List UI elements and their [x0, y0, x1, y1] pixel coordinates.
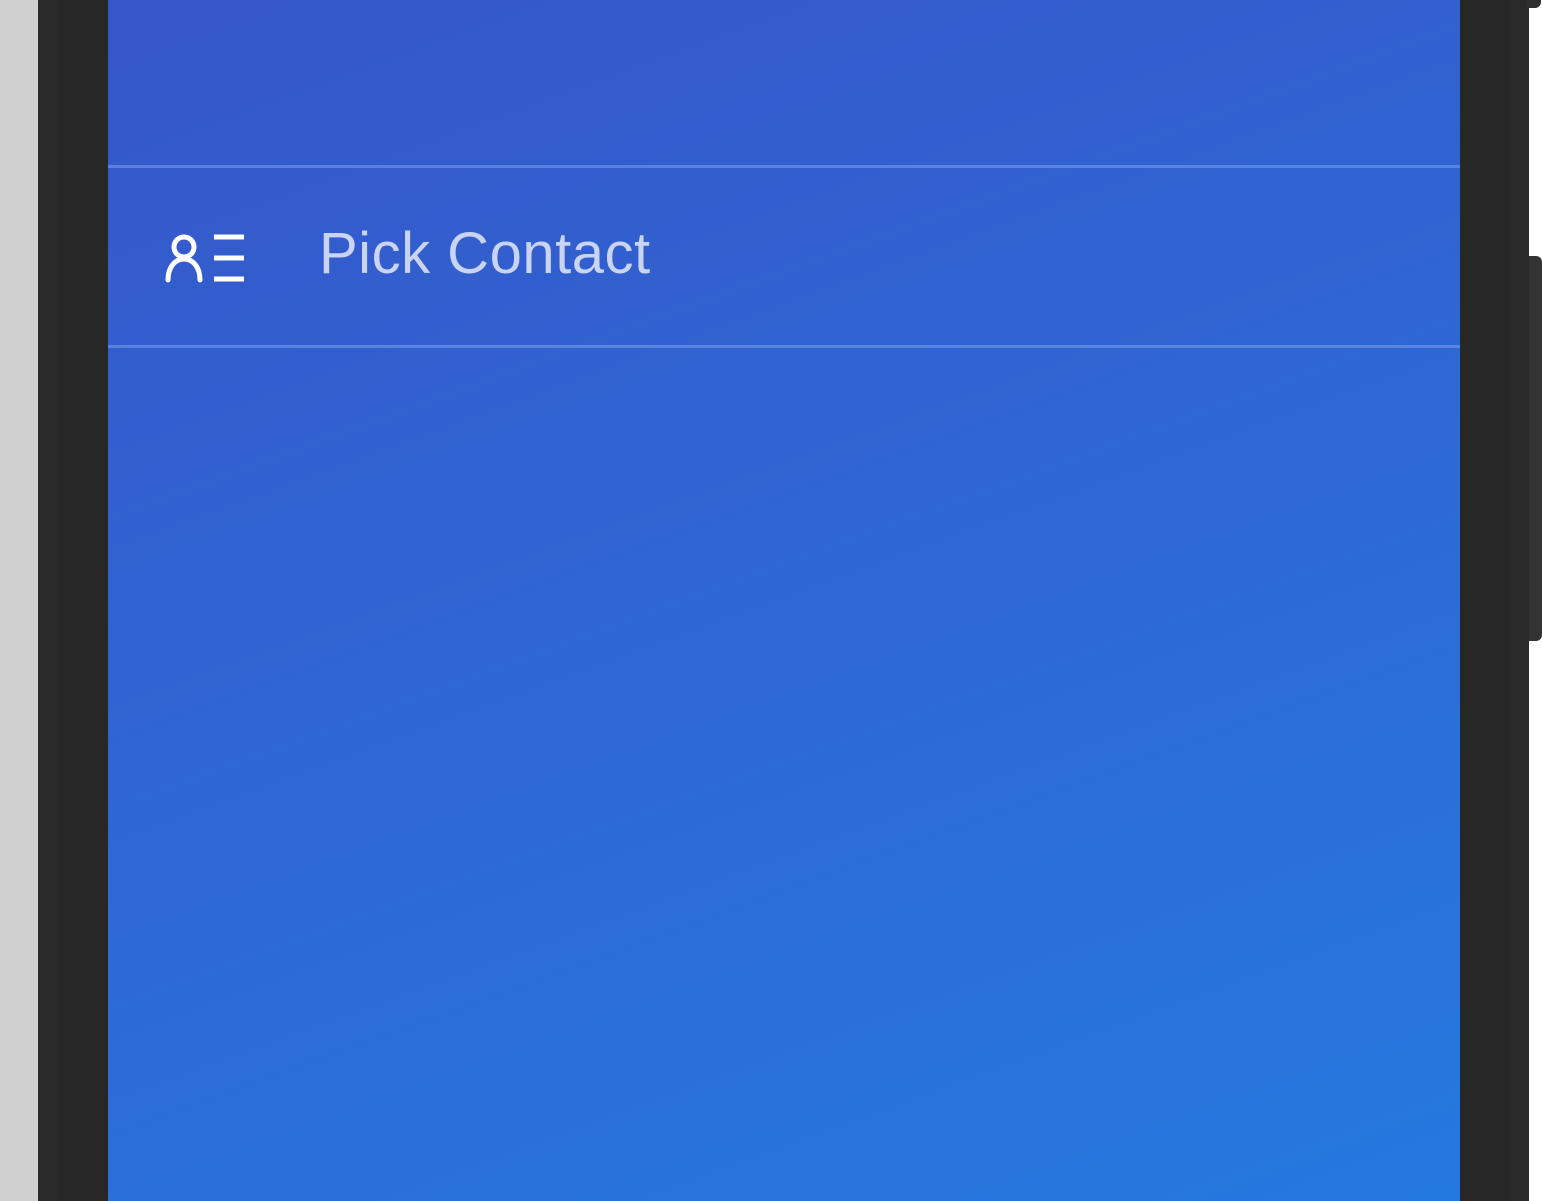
device-power-button [1527, 0, 1541, 8]
contact-list-icon [165, 234, 244, 283]
pick-contact-label: Pick Contact [319, 221, 651, 286]
divider [108, 345, 1460, 348]
desktop-backdrop [0, 0, 40, 1201]
device-volume-button [1529, 256, 1542, 641]
device-bezel-right [1460, 0, 1510, 1201]
app-screen: Pick Contact [108, 0, 1460, 1201]
pick-contact-item[interactable]: Pick Contact [108, 168, 1460, 345]
screenshot-canvas: Pick Contact [0, 0, 1542, 1201]
screen-header-area [108, 0, 1460, 166]
device-bezel-left [58, 0, 108, 1201]
